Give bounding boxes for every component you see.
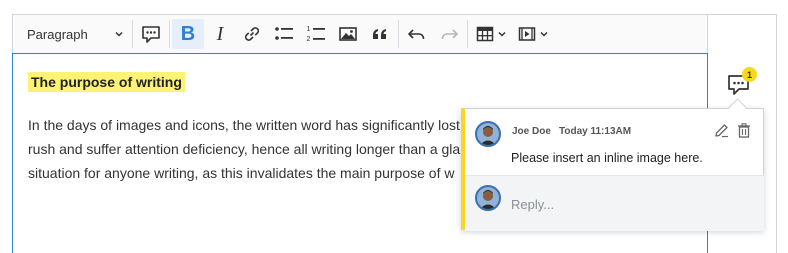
italic-button[interactable]: I xyxy=(204,19,236,49)
block-quote-button[interactable] xyxy=(364,19,396,49)
toolbar-separator xyxy=(169,20,170,48)
delete-comment-button[interactable] xyxy=(736,122,752,138)
insert-table-button[interactable] xyxy=(470,19,512,49)
comment-count-badge: 1 xyxy=(742,67,757,82)
bulleted-list-icon xyxy=(275,27,293,40)
toolbar-separator xyxy=(132,20,133,48)
bold-button[interactable]: B xyxy=(172,19,204,49)
link-icon xyxy=(244,27,260,41)
reply-input[interactable] xyxy=(511,194,751,214)
toolbar-separator xyxy=(467,20,468,48)
comment-marker[interactable]: 1 xyxy=(726,67,757,99)
italic-icon: I xyxy=(216,22,224,45)
comment-author: Joe Doe xyxy=(512,126,551,137)
redo-button[interactable] xyxy=(433,19,465,49)
numbered-list-icon: 1 2 xyxy=(307,26,325,43)
quote-icon xyxy=(373,29,386,39)
edit-comment-button[interactable] xyxy=(713,122,729,138)
link-button[interactable] xyxy=(236,19,268,49)
table-icon xyxy=(476,26,493,42)
comment-thread: Joe Doe Today 11:13AM Please insert an i… xyxy=(461,108,764,231)
svg-text:1: 1 xyxy=(307,26,311,33)
bold-icon: B xyxy=(180,22,196,45)
avatar xyxy=(475,185,501,211)
insert-image-button[interactable] xyxy=(332,19,364,49)
reply-area xyxy=(465,175,764,231)
chevron-down-icon xyxy=(115,31,123,37)
chevron-down-icon xyxy=(497,31,506,37)
insert-media-button[interactable] xyxy=(512,19,554,49)
comment-timestamp: Today 11:13AM xyxy=(559,126,632,137)
image-icon xyxy=(339,27,357,41)
heading-dropdown-value: Paragraph xyxy=(27,26,88,42)
numbered-list-button[interactable]: 1 2 xyxy=(300,19,332,49)
toolbar: Paragraph B I 1 2 xyxy=(13,15,707,54)
pencil-icon xyxy=(714,123,728,137)
comment-button[interactable] xyxy=(135,19,167,49)
chevron-down-icon xyxy=(539,31,548,37)
undo-icon xyxy=(408,29,425,39)
person-icon xyxy=(477,187,499,209)
undo-button[interactable] xyxy=(401,19,433,49)
paragraph-line: In the days of images and icons, the wri… xyxy=(28,117,460,133)
paragraph-line: rush and suffer attention deficiency, he… xyxy=(28,141,461,157)
comment-icon xyxy=(142,26,160,43)
paragraph-line: situation for anyone writing, as this in… xyxy=(28,165,455,181)
media-icon xyxy=(518,27,535,41)
trash-icon xyxy=(738,122,750,138)
document-heading[interactable]: The purpose of writing xyxy=(28,72,185,92)
comment-text: Please insert an inline image here. xyxy=(511,151,703,165)
redo-icon xyxy=(441,29,458,39)
avatar xyxy=(475,121,501,147)
toolbar-separator xyxy=(398,20,399,48)
bulleted-list-button[interactable] xyxy=(268,19,300,49)
heading-dropdown[interactable]: Paragraph xyxy=(15,20,130,48)
person-icon xyxy=(477,123,499,145)
svg-text:2: 2 xyxy=(307,36,311,43)
